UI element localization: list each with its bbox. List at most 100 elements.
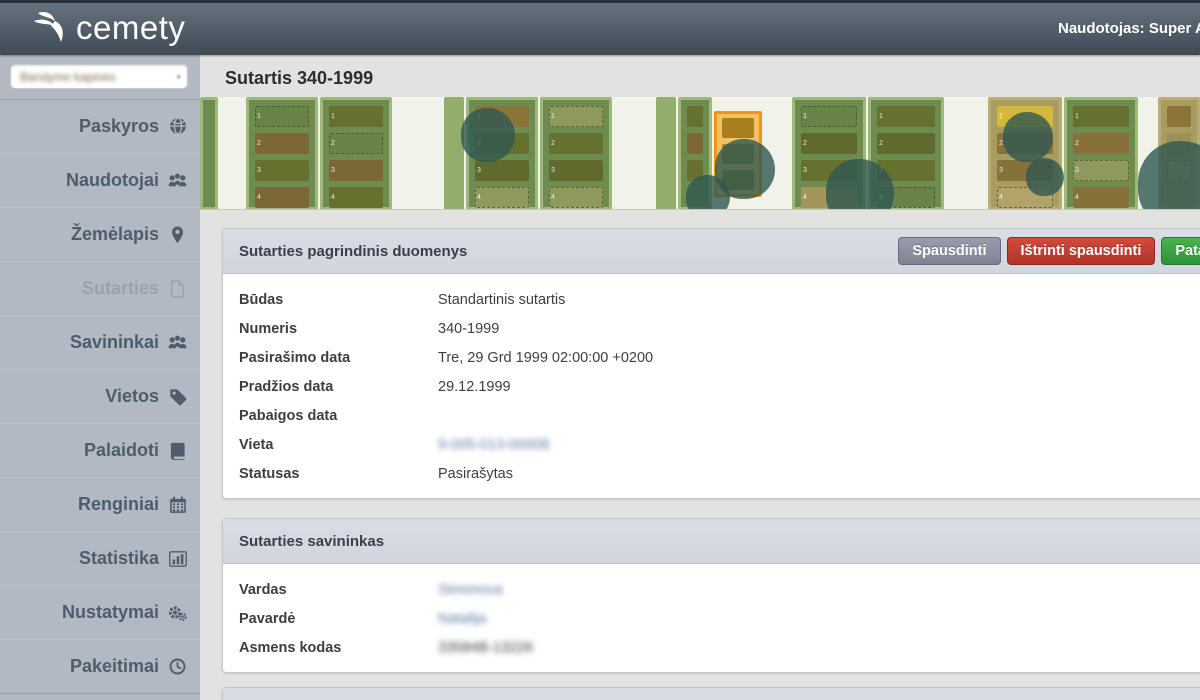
map-grave[interactable] <box>329 160 383 181</box>
map-grave[interactable] <box>329 187 383 208</box>
users-icon <box>168 333 187 352</box>
map-grave-number: 1 <box>999 113 1003 120</box>
detail-row: Asmens kodas33584B-13226 <box>239 633 1200 662</box>
map-grave[interactable] <box>877 133 935 154</box>
map-grave[interactable] <box>1167 106 1191 127</box>
sidebar-item-file-3[interactable]: Sutarties <box>0 261 200 316</box>
sidebar-item-book-6[interactable]: Palaidoti <box>0 423 200 478</box>
map-grave[interactable] <box>329 106 383 127</box>
map-grave[interactable] <box>329 133 383 154</box>
sidebar-item-clock-10[interactable]: Pakeitimai <box>0 639 200 694</box>
detail-value[interactable]: 9-005-013-00008 <box>438 437 549 453</box>
map-grave[interactable] <box>255 133 309 154</box>
map-grave[interactable] <box>549 187 603 208</box>
sidebar-item-users-1[interactable]: Naudotojai <box>0 153 200 208</box>
sidebar-item-label: Statistika <box>79 548 159 569</box>
detail-value[interactable]: Simonova <box>438 582 502 598</box>
map-grave[interactable] <box>801 106 857 127</box>
panel-contract-main: Sutarties pagrindinis duomenys Spausdint… <box>222 228 1200 499</box>
map-grave[interactable] <box>801 133 857 154</box>
detail-row: Pradžios data29.12.1999 <box>239 372 1200 401</box>
map-plot-column[interactable]: 1234 <box>320 97 392 210</box>
map-grave[interactable] <box>687 106 703 127</box>
sidebar-item-label: Žemėlapis <box>71 224 159 245</box>
panel-contract-owner-body: VardasSimonovaPavardėNatalijaAsmens koda… <box>223 564 1200 672</box>
map-grave[interactable] <box>1073 160 1129 181</box>
map-grave[interactable] <box>475 160 529 181</box>
sidebar-item-users-4[interactable]: Savininkai <box>0 315 200 370</box>
sidebar-item-label: Naudotojai <box>66 170 159 191</box>
brand-name: cemety <box>76 9 185 47</box>
panel-contract-main-body: BūdasStandartinis sutartisNumeris340-199… <box>223 274 1200 498</box>
map-grave[interactable] <box>549 160 603 181</box>
sidebar-item-globe-0[interactable]: Paskyros <box>0 99 200 154</box>
panel-title: Sutarties savininkas <box>239 533 1200 550</box>
cemetery-map[interactable]: 12341234123412341234123412341234 <box>200 97 1200 210</box>
edit-button[interactable]: Pataisyti <box>1161 237 1200 265</box>
map-grave-number: 2 <box>331 140 335 147</box>
sidebar-item-label: Nustatymai <box>62 602 159 623</box>
panel-next-stub-header <box>223 688 1200 700</box>
delete-print-button[interactable]: Ištrinti spausdinti <box>1007 237 1156 265</box>
map-plot-column[interactable]: 1234 <box>246 97 318 210</box>
cemetery-select[interactable]: Bandymo kapinės ▾ <box>10 64 188 89</box>
map-grave-number: 1 <box>551 113 555 120</box>
map-plot-column[interactable]: 1234 <box>1064 97 1138 210</box>
map-grave-number: 4 <box>551 194 555 201</box>
map-grave[interactable] <box>255 187 309 208</box>
detail-value: Tre, 29 Grd 1999 02:00:00 +0200 <box>438 350 653 366</box>
detail-row: PavardėNatalija <box>239 604 1200 633</box>
detail-value: 340-1999 <box>438 321 499 337</box>
sidebar-item-bar-chart-8[interactable]: Statistika <box>0 531 200 586</box>
print-button[interactable]: Spausdinti <box>898 237 1000 265</box>
sidebar-item-map-pin-2[interactable]: Žemėlapis <box>0 207 200 262</box>
top-header: cemety Naudotojas: Super Admin <box>0 0 1200 55</box>
map-grave[interactable] <box>255 106 309 127</box>
map-grave[interactable] <box>1073 187 1129 208</box>
map-grave-number: 2 <box>257 140 261 147</box>
map-grave[interactable] <box>1073 106 1129 127</box>
map-grave-number: 1 <box>1075 113 1079 120</box>
sidebar-item-label: Vietos <box>105 386 159 407</box>
panel-next-stub <box>222 687 1200 700</box>
map-plot-column[interactable] <box>656 97 676 210</box>
map-grave-number: 1 <box>879 113 883 120</box>
bar-chart-icon <box>168 549 187 568</box>
map-grave[interactable] <box>687 133 703 154</box>
map-plot-column[interactable] <box>444 97 464 210</box>
sidebar-item-calendar-7[interactable]: Renginiai <box>0 477 200 532</box>
map-grave-number: 3 <box>999 167 1003 174</box>
main-content: Sutartis 340-1999 1234123412341234123412… <box>200 55 1200 700</box>
panel-contract-owner: Sutarties savininkas VardasSimonovaPavar… <box>222 518 1200 673</box>
map-grave[interactable] <box>877 106 935 127</box>
map-grave-number: 3 <box>331 167 335 174</box>
sidebar-item-tag-5[interactable]: Vietos <box>0 369 200 424</box>
detail-label: Asmens kodas <box>239 640 438 656</box>
map-grave-number: 1 <box>257 113 261 120</box>
map-grave[interactable] <box>549 106 603 127</box>
map-grave[interactable] <box>475 187 529 208</box>
map-grave[interactable] <box>549 133 603 154</box>
detail-value: 33584B-13226 <box>438 640 533 656</box>
map-plot-column[interactable] <box>200 97 218 210</box>
sidebar-item-gears-9[interactable]: Nustatymai <box>0 585 200 640</box>
map-selected-grave[interactable] <box>722 118 754 138</box>
brand-logo[interactable]: cemety <box>28 5 185 51</box>
detail-label: Pasirašimo data <box>239 350 438 366</box>
tag-icon <box>168 387 187 406</box>
detail-row: Vieta9-005-013-00008 <box>239 430 1200 459</box>
map-plot-column[interactable]: 1234 <box>540 97 612 210</box>
map-grave-number: 4 <box>803 194 807 201</box>
detail-value: Standartinis sutartis <box>438 292 565 308</box>
sidebar-item-label: Renginiai <box>78 494 159 515</box>
map-grave[interactable] <box>255 160 309 181</box>
sidebar-search-section: Bandymo kapinės ▾ <box>0 55 200 100</box>
detail-value[interactable]: Natalija <box>438 611 486 627</box>
map-grave[interactable] <box>1073 133 1129 154</box>
map-grave-number: 4 <box>257 194 261 201</box>
map-grave-number: 3 <box>477 167 481 174</box>
gears-icon <box>168 603 187 622</box>
panel-contract-owner-header: Sutarties savininkas <box>223 519 1200 564</box>
file-icon <box>168 279 187 298</box>
detail-row: Pasirašimo dataTre, 29 Grd 1999 02:00:00… <box>239 343 1200 372</box>
